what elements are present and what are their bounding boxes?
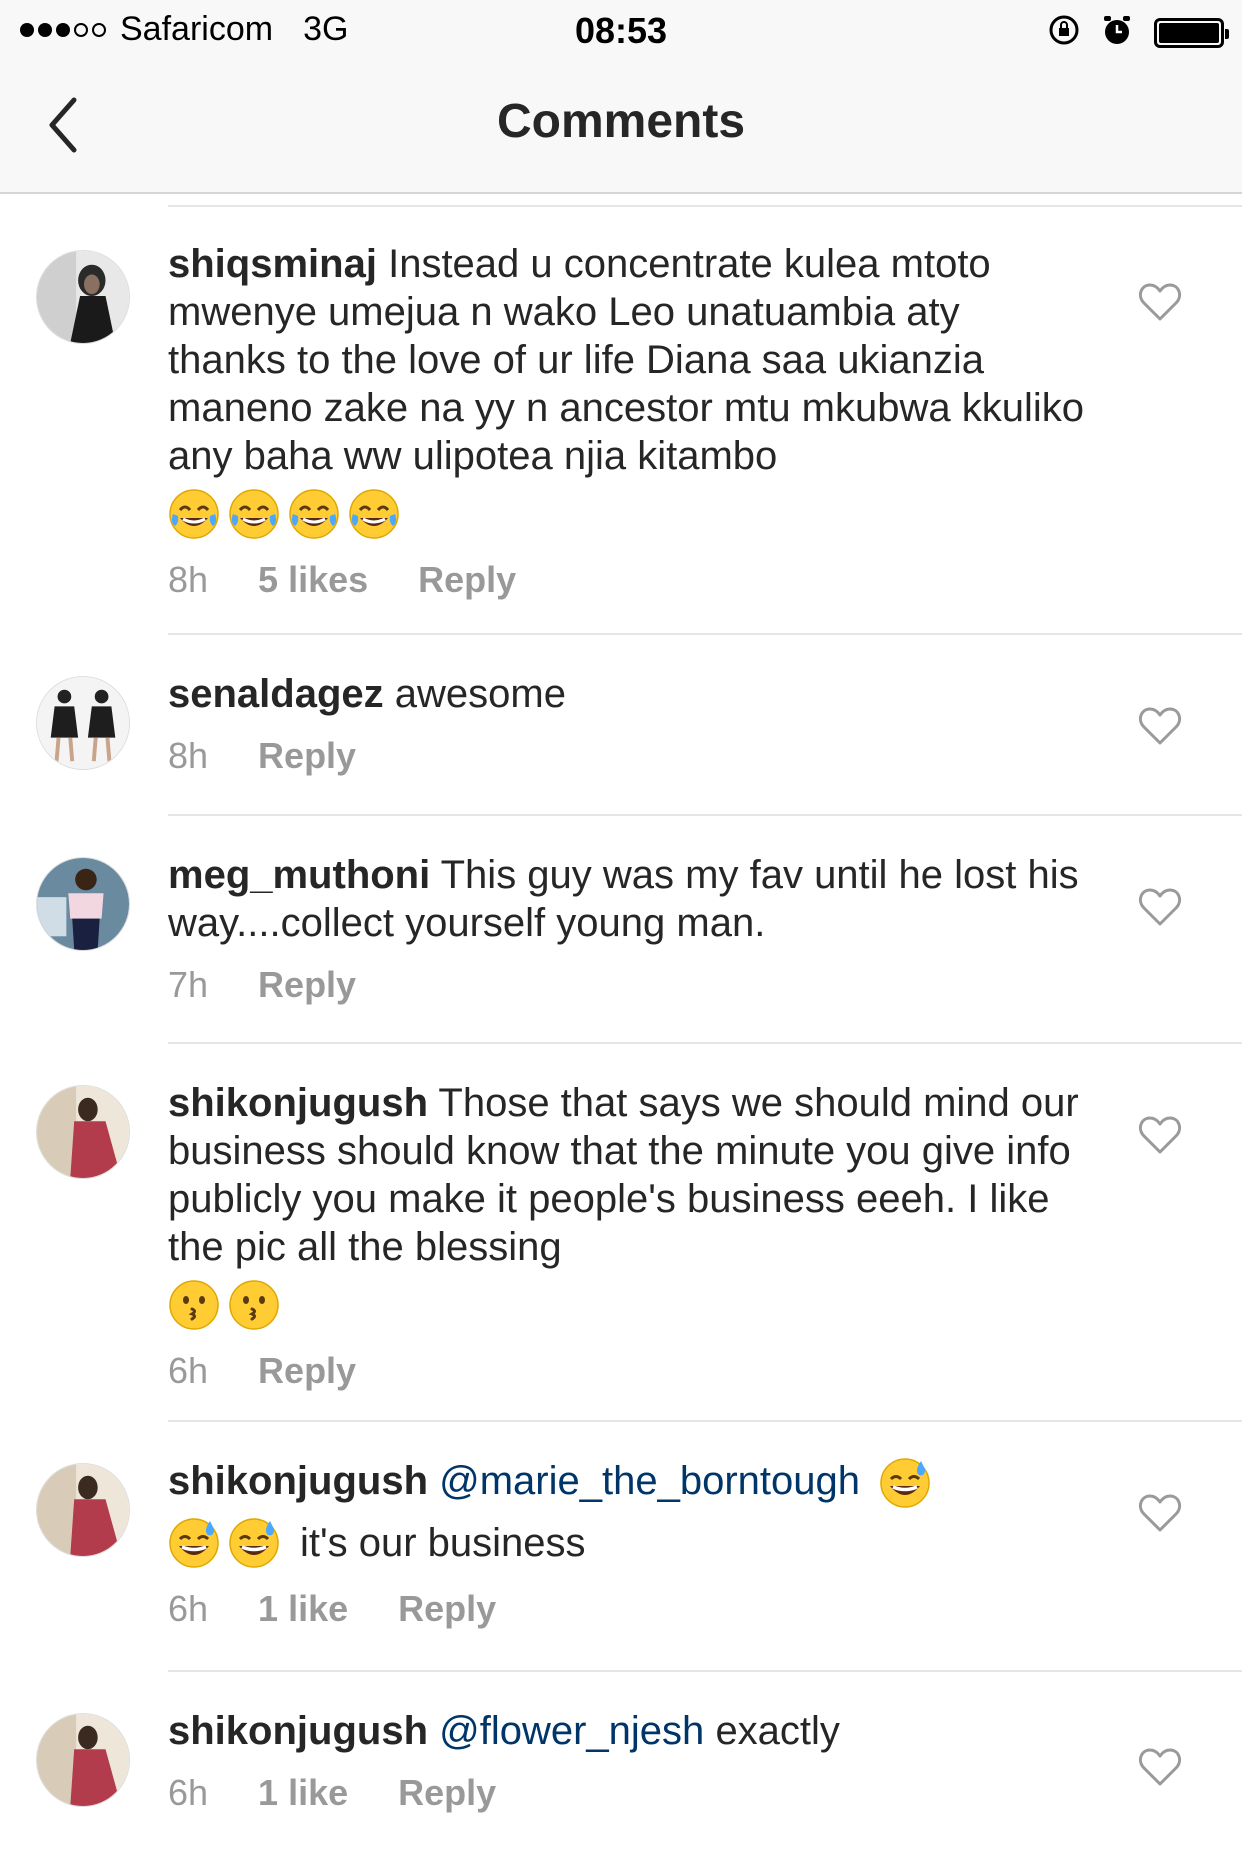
comment-body: meg_muthoni This guy was my fav until he… [168,851,1088,1009]
reply-button[interactable]: Reply [418,556,516,604]
emoji-group [168,1277,1088,1333]
divider [168,1042,1242,1044]
comment-body: shikonjugush @flower_njesh exactly 6h 1 … [168,1707,1088,1817]
comment-time: 6h [168,1350,209,1391]
comment-text: exactly [715,1709,840,1753]
comment-time: 6h [168,1588,209,1630]
divider [168,633,1242,635]
status-bar: Safaricom 3G 08:53 [0,0,1242,62]
grinning-sweat-emoji-icon [168,1517,220,1569]
grinning-sweat-emoji-icon [228,1517,280,1569]
comment-body: senaldagez awesome 8h Reply [168,670,1088,780]
avatar[interactable] [36,676,130,770]
reply-button[interactable]: Reply [258,961,356,1009]
comment-meta: 8h Reply [168,732,1088,780]
tears-of-joy-emoji-icon [348,488,400,540]
comment-likes[interactable]: 1 like [258,1585,348,1633]
mention-link[interactable]: @marie_the_borntough [439,1459,860,1503]
tears-of-joy-emoji-icon [168,488,220,540]
comment-meta: 6h 1 like Reply [168,1585,1088,1633]
avatar[interactable] [36,857,130,951]
comment-username[interactable]: senaldagez [168,672,384,716]
emoji-group: it's our business [168,1515,1088,1571]
avatar[interactable] [36,1085,130,1179]
comment-likes[interactable]: 1 like [258,1769,348,1817]
comment-meta: 7h Reply [168,961,1088,1009]
heart-icon[interactable] [1138,1493,1182,1533]
divider [168,814,1242,816]
comment-username[interactable]: shiqsminaj [168,242,377,286]
battery-icon [1154,17,1229,48]
page-title: Comments [496,95,746,148]
comment-body: shiqsminaj Instead u concentrate kulea m… [168,240,1088,604]
comment-time: 8h [168,559,209,600]
comment-meta: 6h 1 like Reply [168,1769,1088,1817]
comment-time: 7h [168,964,209,1005]
avatar[interactable] [36,1713,130,1807]
emoji-group [168,486,1088,542]
comment-body: shikonjugush @marie_the_borntough it's o… [168,1457,1088,1633]
alarm-icon [1102,14,1132,51]
comment-time: 8h [168,735,209,776]
kissing-face-emoji-icon [228,1279,280,1331]
comment-username[interactable]: shikonjugush [168,1709,428,1753]
comment-meta: 8h 5 likes Reply [168,556,1088,604]
comment-time: 6h [168,1772,209,1813]
navigation-bar: Comments [0,62,1242,194]
divider [168,1420,1242,1422]
reply-button[interactable]: Reply [398,1769,496,1817]
avatar[interactable] [36,250,130,344]
avatar[interactable] [36,1463,130,1557]
mention-link[interactable]: @flower_njesh [439,1709,704,1753]
tears-of-joy-emoji-icon [288,488,340,540]
comment-username[interactable]: meg_muthoni [168,853,430,897]
comment-meta: 6h Reply [168,1347,1088,1395]
heart-icon[interactable] [1138,706,1182,746]
heart-icon[interactable] [1138,1115,1182,1155]
heart-icon[interactable] [1138,282,1182,322]
comment-text: it's our business [300,1521,586,1566]
divider [168,205,1242,207]
rotation-lock-icon [1048,14,1080,51]
reply-button[interactable]: Reply [398,1585,496,1633]
heart-icon[interactable] [1138,887,1182,927]
kissing-face-emoji-icon [168,1279,220,1331]
reply-button[interactable]: Reply [258,732,356,780]
comment-likes[interactable]: 5 likes [258,556,368,604]
comment-username[interactable]: shikonjugush [168,1081,428,1125]
divider [168,1670,1242,1672]
comment-text: awesome [394,672,566,716]
reply-button[interactable]: Reply [258,1347,356,1395]
heart-icon[interactable] [1138,1747,1182,1787]
comment-body: shikonjugush Those that says we should m… [168,1079,1088,1395]
tears-of-joy-emoji-icon [228,488,280,540]
comment-username[interactable]: shikonjugush [168,1459,428,1503]
status-right [1026,14,1229,51]
grinning-sweat-emoji-icon [879,1457,931,1509]
